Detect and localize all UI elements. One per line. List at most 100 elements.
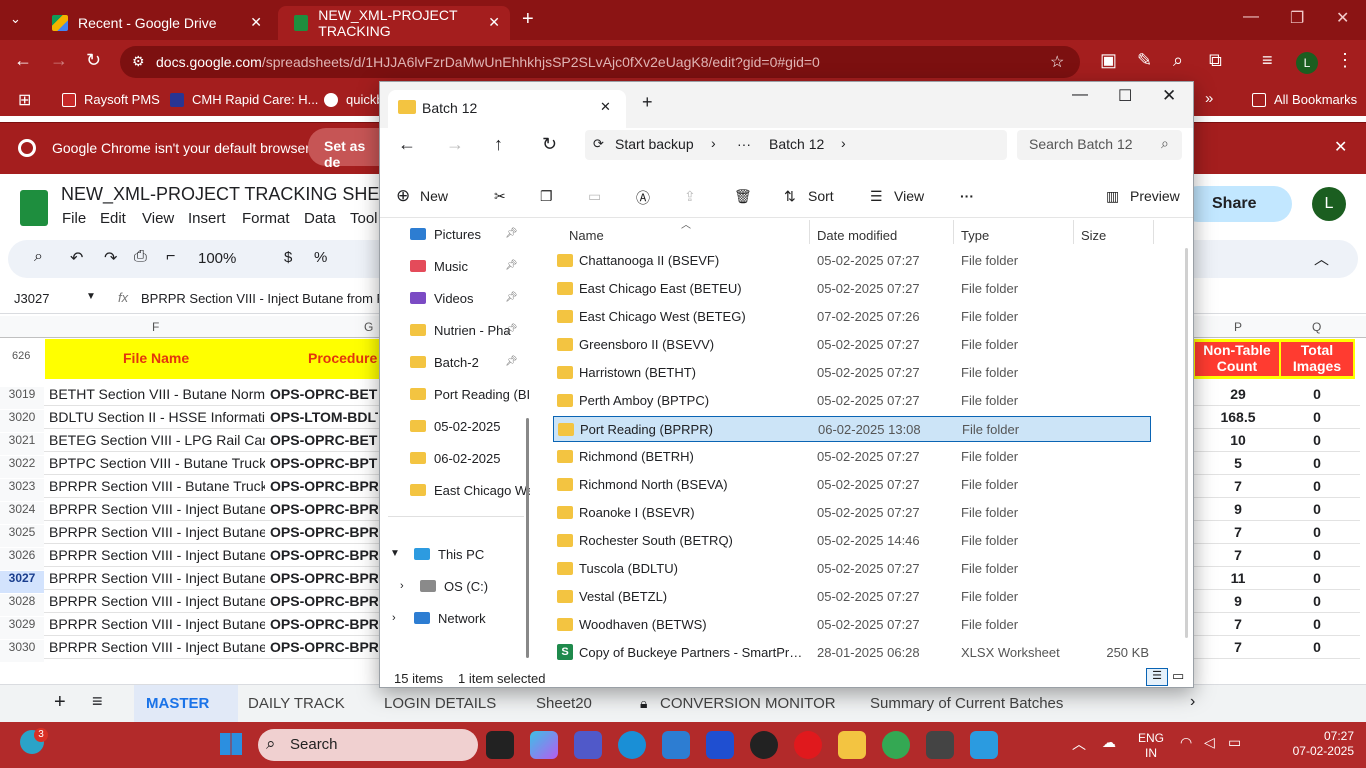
bookmark-star-icon[interactable]: ☆ [1050,52,1064,72]
menu-data[interactable]: Data [304,210,336,227]
show-hidden-icons[interactable]: ︿ [1072,734,1086,754]
column-divider[interactable] [1153,220,1154,244]
paint-format-icon[interactable]: ⌐ [166,248,175,266]
scroll-tabs-right-icon[interactable]: › [1190,693,1195,711]
cell-file-name[interactable]: BETEG Section VIII - LPG Rail Car Unl [49,432,265,448]
cell-procedure[interactable]: OPS-OPRC-BPRPR [270,547,378,563]
search-menus-icon[interactable]: ⌕ [34,248,43,266]
cell-non-table-count[interactable]: 10 [1198,432,1278,448]
cell-file-name[interactable]: BPRPR Section VIII - Inject Butane fro [49,593,265,609]
currency-icon[interactable]: $ [284,249,292,266]
column-header-f[interactable]: F [152,320,159,334]
app-icon[interactable] [706,731,734,759]
up-icon[interactable]: ↑ [494,134,503,155]
close-tab-icon[interactable]: ✕ [600,99,611,115]
refresh-icon[interactable]: ↻ [542,134,557,155]
cell-total-images[interactable]: 0 [1280,570,1354,586]
column-divider[interactable] [1073,220,1074,244]
add-sheet-icon[interactable]: + [54,691,66,714]
maximize-icon[interactable]: ☐ [1118,86,1132,106]
details-view-icon[interactable]: ☰ [1146,668,1168,686]
cell-file-name[interactable]: BPTPC Section VIII - Butane Truck Un [49,455,265,471]
cell-file-name[interactable]: BDLTU Section II - HSSE Information [49,409,265,425]
cell-non-table-count[interactable]: 9 [1198,593,1278,609]
search-box[interactable]: Search Batch 12 ⌕ [1017,130,1182,160]
cell-non-table-count[interactable]: 7 [1198,639,1278,655]
pen-icon[interactable]: ✎ [1137,50,1152,71]
language-indicator[interactable]: ENG IN [1138,731,1164,761]
redo-icon[interactable]: ↷ [104,248,117,268]
menu-insert[interactable]: Insert [188,210,226,227]
column-date-modified[interactable]: Date modified [817,228,897,243]
header-file-name[interactable]: File Name [123,350,189,366]
column-name[interactable]: Name [569,228,604,243]
cell-procedure[interactable]: OPS-OPRC-BETHT- [270,386,378,402]
new-button[interactable]: New [420,188,448,204]
clock[interactable]: 07:27 07-02-2025 [1254,729,1354,759]
zoom-select[interactable]: 100% [198,250,236,267]
cell-procedure[interactable]: OPS-OPRC-BETEG- [270,432,378,448]
list-item[interactable]: Port Reading (BPRPR) 06-02-2025 13:08 File… [553,416,1151,442]
chrome-icon[interactable] [882,731,910,759]
cell-non-table-count[interactable]: 7 [1198,478,1278,494]
cell-procedure[interactable]: OPS-LTOM-BDLTU [270,409,378,425]
minimize-icon[interactable]: — [1243,8,1259,26]
list-item[interactable]: East Chicago West (BETEG) 07-02-2025 07:2… [553,304,1151,330]
see-more-button[interactable]: ··· [960,188,974,204]
nav-os-drive[interactable]: OS (C:) [420,576,540,596]
cell-procedure[interactable]: OPS-OPRC-BPRPR [270,593,378,609]
copy-icon[interactable]: ❐ [540,188,553,205]
bookmark-quickb[interactable]: quickb [324,92,384,107]
app-icon[interactable] [926,731,954,759]
cell-file-name[interactable]: BETHT Section VIII - Butane Normal S [49,386,265,402]
cell-procedure[interactable]: OPS-OPRC-BPRPR [270,616,378,632]
column-divider[interactable] [953,220,954,244]
share-icon[interactable]: ⇪ [684,188,696,205]
percent-icon[interactable]: % [314,249,327,266]
preview-button[interactable]: Preview [1130,188,1180,204]
search-icon[interactable]: ⌕ [1173,50,1183,71]
cell-total-images[interactable]: 0 [1280,524,1354,540]
name-box[interactable]: J3027 [14,291,49,306]
app-icon[interactable] [970,731,998,759]
column-type[interactable]: Type [961,228,989,243]
tab-sheets[interactable]: NEW_XML-PROJECT TRACKING ✕ [278,6,510,40]
list-item[interactable]: Perth Amboy (BPTPC) 05-02-2025 07:27 File … [553,388,1151,414]
back-icon[interactable]: ← [398,134,416,155]
taskbar-search[interactable]: ⌕ Search [258,729,478,761]
formula-input[interactable]: BPRPR Section VIII - Inject Butane from … [141,291,399,306]
nav-east-chicago-west[interactable]: East Chicago We [410,480,530,500]
view-button[interactable]: View [894,188,924,204]
breadcrumb-batch-12[interactable]: Batch 12 [769,136,824,152]
cell-procedure[interactable]: OPS-OPRC-BPTPC- [270,455,378,471]
cell-file-name[interactable]: BPRPR Section VIII - Inject Butane fro [49,501,265,517]
cell-non-table-count[interactable]: 7 [1198,547,1278,563]
header-procedure[interactable]: Procedure [308,350,377,366]
forward-icon[interactable]: → [50,50,68,71]
header-non-table-count[interactable]: Non-Table Count [1195,342,1279,376]
breadcrumb-start-backup[interactable]: Start backup [615,136,694,152]
maximize-icon[interactable]: ❐ [1290,8,1304,28]
share-button[interactable]: Share [1180,186,1292,222]
list-item[interactable]: Tuscola (BDLTU) 05-02-2025 07:27 File fold… [553,556,1151,582]
cell-non-table-count[interactable]: 168.5 [1198,409,1278,425]
edge-icon[interactable] [618,731,646,759]
back-icon[interactable]: ← [14,50,32,71]
print-icon[interactable]: ⎙ [134,248,147,266]
cell-total-images[interactable]: 0 [1280,409,1354,425]
teams-icon[interactable] [574,731,602,759]
list-item[interactable]: Chattanooga II (BSEVF) 05-02-2025 07:27 Fi… [553,248,1151,274]
sheet-tab-login-details[interactable]: LOGIN DETAILS [384,695,496,712]
tab-google-drive[interactable]: Recent - Google Drive ✕ [36,6,272,40]
cell-non-table-count[interactable]: 7 [1198,524,1278,540]
new-tab-icon[interactable]: + [522,8,534,31]
list-item[interactable]: Greensboro II (BSEVV) 05-02-2025 07:27 Fil… [553,332,1151,358]
nav-scrollbar[interactable] [526,418,529,658]
expand-os-icon[interactable]: › [400,580,404,592]
all-bookmarks[interactable]: All Bookmarks [1252,92,1357,107]
sheet-tab-daily-track[interactable]: DAILY TRACK [248,695,345,712]
name-box-dropdown-icon[interactable]: ▼ [86,291,96,302]
list-item[interactable]: Rochester South (BETRQ) 05-02-2025 14:46 F… [553,528,1151,554]
new-tab-icon[interactable]: + [642,92,653,113]
column-size[interactable]: Size [1081,228,1106,243]
